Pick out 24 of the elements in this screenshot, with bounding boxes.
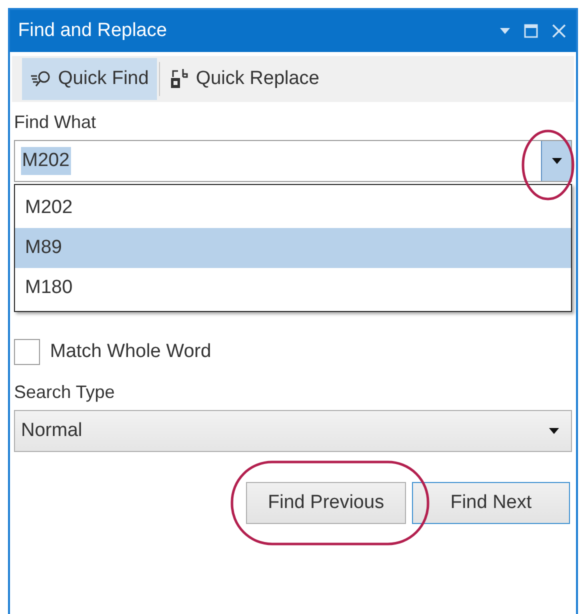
dropdown-icon[interactable] — [500, 28, 510, 34]
caret-icon — [549, 428, 559, 434]
maximize-icon[interactable] — [524, 24, 538, 38]
checkbox[interactable] — [14, 339, 40, 365]
tab[interactable]: Quick Replace — [162, 58, 328, 100]
action-button[interactable]: Find Next — [412, 482, 570, 524]
dropdown-option[interactable]: M202 — [15, 188, 571, 228]
dropdown-option[interactable]: M180 — [15, 268, 571, 308]
find-what-combobox[interactable]: M202 — [14, 140, 572, 182]
checkbox-label: Match Whole Word — [50, 340, 212, 364]
search-icon — [30, 70, 52, 88]
caret-icon — [552, 158, 562, 164]
dropdown-button[interactable] — [541, 141, 571, 181]
close-icon[interactable] — [552, 24, 566, 38]
selected-text: M202 — [21, 146, 71, 176]
field-label: Search Type — [14, 381, 116, 404]
window-title: Find and Replace — [18, 18, 168, 43]
dropdown-option[interactable]: M89 — [15, 228, 571, 268]
dropdown-value: Normal — [21, 418, 84, 443]
tab[interactable]: Quick Find — [22, 58, 157, 100]
replace-icon — [170, 68, 190, 90]
action-button[interactable]: Find Previous — [246, 482, 406, 524]
field-label: Find What — [14, 111, 98, 134]
search-type-dropdown[interactable]: Normal — [14, 410, 572, 452]
